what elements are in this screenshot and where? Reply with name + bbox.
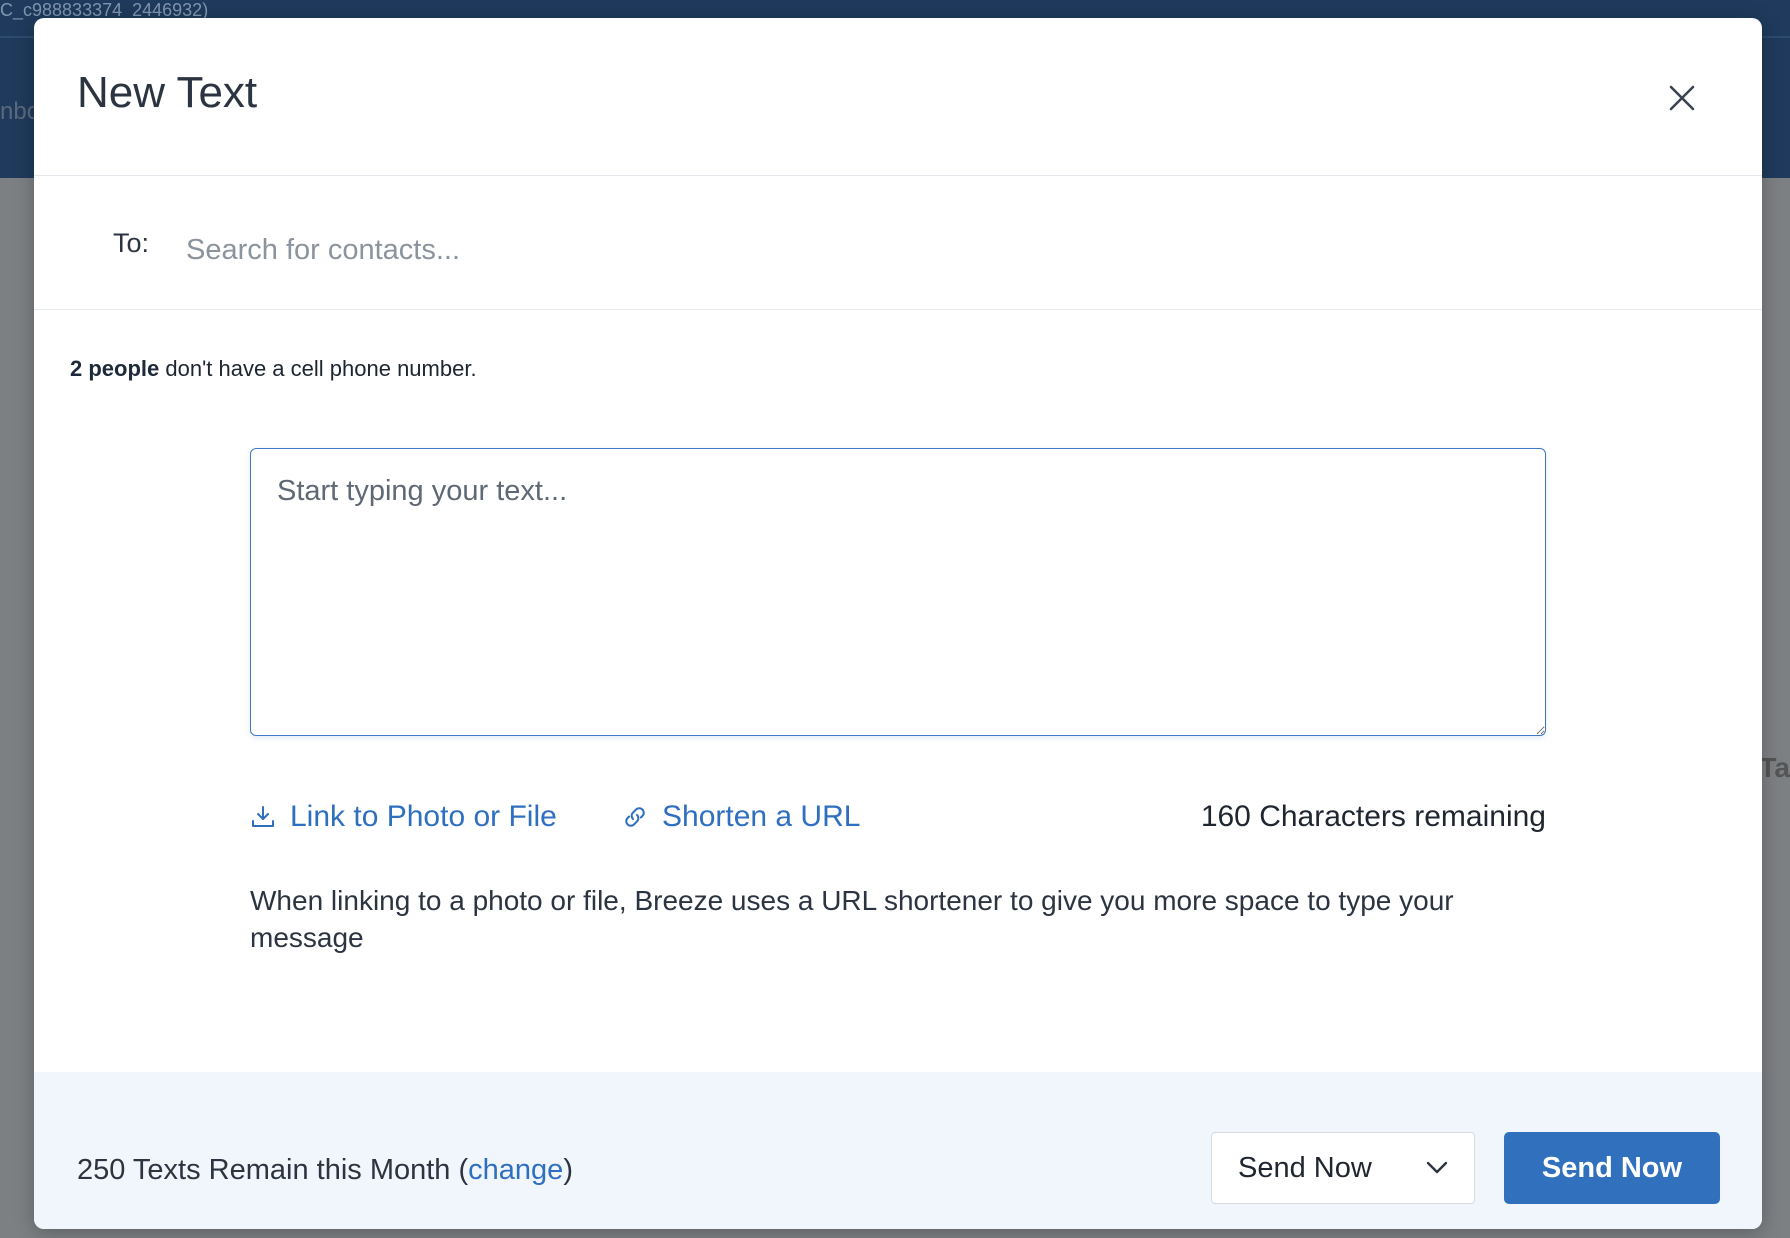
texts-remaining-prefix: 250 Texts Remain this Month ( (77, 1154, 469, 1186)
new-text-modal: New Text To: 2 people don't have a cell … (34, 18, 1762, 1229)
missing-phone-notice: 2 people don't have a cell phone number. (70, 356, 477, 382)
close-button[interactable] (1660, 76, 1704, 120)
shorten-url-button[interactable]: Shorten a URL (622, 800, 860, 834)
notice-text: don't have a cell phone number. (159, 356, 477, 381)
notice-count: 2 people (70, 356, 160, 381)
link-photo-file-label: Link to Photo or File (290, 800, 557, 833)
modal-title: New Text (77, 68, 258, 117)
background-right-text: Ta (1759, 752, 1790, 783)
to-label: To: (113, 228, 150, 258)
download-icon (250, 804, 276, 830)
link-icon (622, 804, 648, 830)
close-icon (1669, 85, 1695, 111)
change-plan-link[interactable]: change (468, 1154, 563, 1186)
characters-remaining: 160 Characters remaining (1200, 800, 1546, 833)
texts-remaining: 250 Texts Remain this Month (change) (77, 1154, 573, 1187)
message-textarea[interactable] (250, 448, 1546, 736)
texts-remaining-suffix: ) (563, 1154, 573, 1186)
modal-header: New Text (34, 18, 1762, 176)
modal-footer: 250 Texts Remain this Month (change) Sen… (34, 1072, 1762, 1229)
send-timing-value: Send Now (1238, 1151, 1372, 1184)
shorten-url-label: Shorten a URL (662, 800, 861, 833)
help-text: When linking to a photo or file, Breeze … (250, 885, 1454, 953)
contact-search-input[interactable] (180, 228, 1392, 272)
recipients-row: To: (34, 176, 1762, 310)
chevron-down-icon (1426, 1161, 1448, 1174)
send-timing-select[interactable]: Send Now (1211, 1132, 1475, 1204)
link-photo-file-button[interactable]: Link to Photo or File (250, 800, 557, 834)
send-now-button[interactable]: Send Now (1504, 1132, 1720, 1204)
